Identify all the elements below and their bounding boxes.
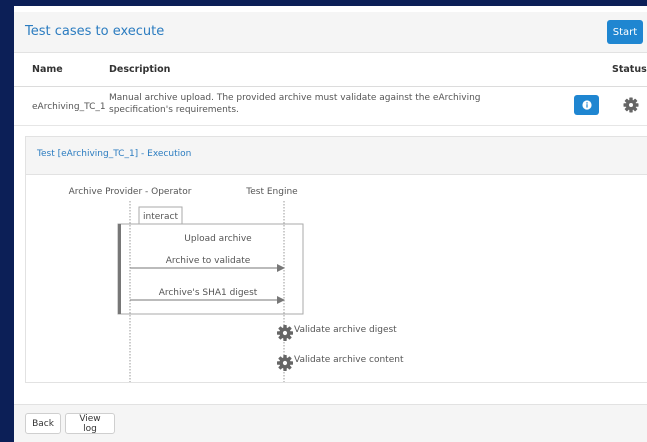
step-validate-content: Validate archive content bbox=[294, 355, 404, 365]
gear-icon bbox=[623, 97, 639, 113]
column-header-status: Status bbox=[612, 64, 647, 75]
info-button[interactable] bbox=[574, 95, 599, 115]
start-button[interactable]: Start bbox=[607, 20, 643, 44]
test-cases-panel: Test cases to execute Start Name Descrip… bbox=[14, 0, 647, 442]
message-archive-to-validate: Archive to validate bbox=[166, 256, 251, 266]
gear-icon bbox=[277, 325, 293, 341]
header-divider bbox=[14, 86, 647, 87]
test-case-name: eArchiving_TC_1 bbox=[32, 102, 106, 112]
back-button[interactable]: Back bbox=[25, 413, 61, 434]
footer-bar: Back View log bbox=[14, 404, 647, 442]
message-sha1-digest: Archive's SHA1 digest bbox=[159, 288, 258, 298]
actor-archive-provider: Archive Provider - Operator bbox=[69, 187, 192, 197]
test-case-description: Manual archive upload. The provided arch… bbox=[109, 93, 481, 115]
execution-panel: Test [eArchiving_TC_1] - Execution Archi… bbox=[25, 136, 647, 383]
interact-frame-title: Upload archive bbox=[184, 234, 252, 244]
panel-header: Test cases to execute Start bbox=[14, 12, 647, 53]
info-icon bbox=[581, 100, 592, 110]
column-header-description: Description bbox=[109, 64, 171, 75]
column-header-name: Name bbox=[32, 64, 63, 75]
row-divider bbox=[14, 125, 647, 126]
panel-title: Test cases to execute bbox=[25, 24, 165, 39]
view-log-button[interactable]: View log bbox=[65, 413, 115, 434]
gear-icon bbox=[277, 355, 293, 371]
activation-bar bbox=[118, 224, 121, 314]
interact-frame-label: interact bbox=[143, 212, 178, 222]
step-validate-digest: Validate archive digest bbox=[294, 325, 397, 335]
sequence-diagram: Archive Provider - Operator Test Engine … bbox=[69, 187, 404, 382]
actor-test-engine: Test Engine bbox=[245, 187, 298, 197]
